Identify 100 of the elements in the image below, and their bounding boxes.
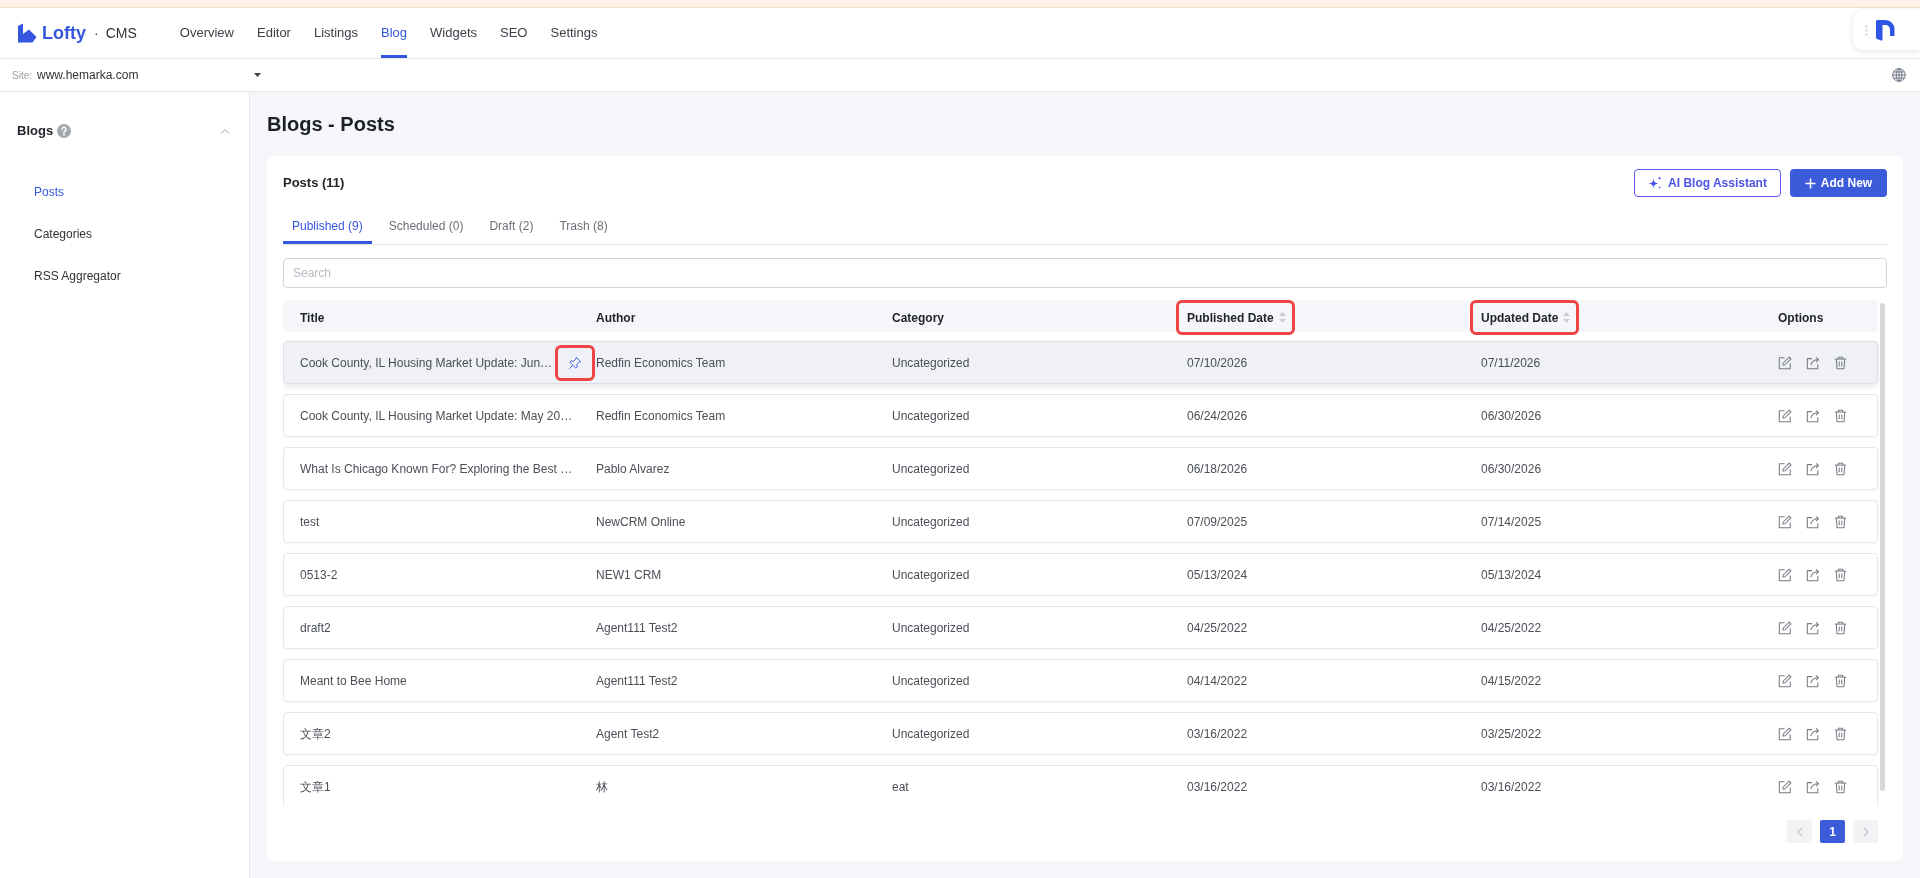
- delete-icon[interactable]: [1834, 461, 1847, 476]
- delete-icon[interactable]: [1834, 620, 1847, 635]
- category-label: Uncategorized: [892, 619, 970, 637]
- app-logo-icon[interactable]: [1876, 19, 1895, 41]
- updated-date: 06/30/2026: [1481, 407, 1542, 425]
- category-label: Uncategorized: [892, 672, 970, 690]
- delete-icon[interactable]: [1834, 726, 1847, 741]
- caret-down-icon: [254, 73, 261, 77]
- published-date: 06/24/2026: [1187, 407, 1248, 425]
- help-icon[interactable]: [57, 124, 72, 138]
- post-title[interactable]: 文章1: [300, 777, 331, 796]
- published-date: 06/18/2026: [1187, 460, 1248, 478]
- post-row[interactable]: 文章2 Agent Test2 Uncategorized 03/16/2022 03/25/2022: [283, 712, 1878, 755]
- separator-dot: ·: [94, 26, 99, 40]
- globe-icon[interactable]: [1892, 68, 1906, 82]
- brand-name: Lofty: [42, 24, 86, 42]
- sidebar-group-title: Blogs: [17, 122, 54, 141]
- share-icon[interactable]: [1806, 673, 1820, 688]
- logo-icon: [17, 23, 37, 43]
- edit-icon[interactable]: [1778, 461, 1792, 476]
- author-name: 林: [596, 778, 608, 796]
- published-date: 03/16/2022: [1187, 778, 1248, 796]
- post-row[interactable]: What Is Chicago Known For? Exploring the Best … Pablo Alvarez Uncategorized 06/18/2026 06/30/2026: [283, 447, 1878, 490]
- post-title[interactable]: Meant to Bee Home: [300, 671, 407, 690]
- published-date: 03/16/2022: [1187, 725, 1248, 743]
- author-name: NewCRM Online: [596, 513, 686, 531]
- category-label: Uncategorized: [892, 460, 970, 478]
- scrollbar-thumb[interactable]: [1880, 303, 1885, 791]
- post-title[interactable]: test: [300, 512, 320, 531]
- author-name: Redfin Economics Team: [596, 354, 726, 372]
- post-title[interactable]: 0513-2: [300, 565, 338, 584]
- post-row[interactable]: draft2 Agent111 Test2 Uncategorized 04/25/2022 04/25/2022: [283, 606, 1878, 649]
- nav-tab[interactable]: Overview: [179, 8, 234, 58]
- edit-icon[interactable]: [1778, 673, 1792, 688]
- post-row[interactable]: Cook County, IL Housing Market Update: May 20… Redfin Economics Team Uncategorized 06/24/2026 06/30/2026: [283, 394, 1878, 437]
- published-date: 04/25/2022: [1187, 619, 1248, 637]
- post-row[interactable]: test NewCRM Online Uncategorized 07/09/2025 07/14/2025: [283, 500, 1878, 543]
- edit-icon[interactable]: [1778, 514, 1792, 529]
- add-new-button[interactable]: Add New: [1790, 169, 1887, 197]
- share-icon[interactable]: [1806, 726, 1820, 741]
- delete-icon[interactable]: [1834, 355, 1847, 370]
- nav-tab[interactable]: SEO: [500, 8, 528, 58]
- post-title[interactable]: 文章2: [300, 724, 331, 743]
- nav-tab[interactable]: Listings: [313, 8, 359, 58]
- post-row[interactable]: Meant to Bee Home Agent111 Test2 Uncategorized 04/14/2022 04/15/2022: [283, 659, 1878, 702]
- sparkle-icon: [1648, 176, 1663, 190]
- post-title[interactable]: draft2: [300, 618, 331, 637]
- delete-icon[interactable]: [1834, 673, 1847, 688]
- tab[interactable]: Published (9): [283, 208, 372, 244]
- column-header[interactable]: Updated Date: [1481, 308, 1559, 327]
- product-name: CMS: [105, 26, 137, 40]
- sidebar-item[interactable]: RSS Aggregator: [0, 255, 249, 297]
- edit-icon[interactable]: [1778, 408, 1792, 423]
- edit-icon[interactable]: [1778, 779, 1792, 794]
- post-row[interactable]: Cook County, IL Housing Market Update: Jun… Redfin Economics Team Uncategorized 07/10/2026 07/11/2026: [283, 341, 1878, 384]
- author-name: Agent111 Test2: [596, 619, 678, 637]
- site-select[interactable]: www.hemarka.com: [37, 66, 261, 84]
- delete-icon[interactable]: [1834, 567, 1847, 582]
- share-icon[interactable]: [1806, 620, 1820, 635]
- nav-tab[interactable]: Settings: [550, 8, 598, 58]
- author-name: Redfin Economics Team: [596, 407, 726, 425]
- sidebar-item[interactable]: Posts: [0, 171, 249, 213]
- updated-date: 03/25/2022: [1481, 725, 1542, 743]
- tab[interactable]: Scheduled (0): [379, 208, 473, 244]
- nav-tab[interactable]: Editor: [257, 8, 291, 58]
- page-title: Blogs - Posts: [267, 112, 396, 137]
- tab[interactable]: Draft (2): [480, 208, 543, 244]
- delete-icon[interactable]: [1834, 514, 1847, 529]
- updated-date: 05/13/2024: [1481, 566, 1542, 584]
- share-icon[interactable]: [1806, 408, 1820, 423]
- share-icon[interactable]: [1806, 355, 1820, 370]
- post-row[interactable]: 0513-2 NEW1 CRM Uncategorized 05/13/2024 05/13/2024: [283, 553, 1878, 596]
- post-title[interactable]: What Is Chicago Known For? Exploring the Best …: [300, 459, 573, 478]
- edit-icon[interactable]: [1778, 567, 1792, 582]
- ai-assistant-button[interactable]: AI Blog Assistant: [1634, 169, 1781, 197]
- column-header[interactable]: Published Date: [1187, 308, 1274, 327]
- post-row[interactable]: 文章1 林 eat 03/16/2022 03/16/2022: [283, 765, 1878, 806]
- tab[interactable]: Trash (8): [550, 208, 617, 244]
- published-date: 07/10/2026: [1187, 354, 1248, 372]
- share-icon[interactable]: [1806, 779, 1820, 794]
- delete-icon[interactable]: [1834, 779, 1847, 794]
- nav-tab[interactable]: Widgets: [430, 8, 478, 58]
- sidebar-item[interactable]: Categories: [0, 213, 249, 255]
- floating-widget[interactable]: [1853, 10, 1920, 50]
- share-icon[interactable]: [1806, 567, 1820, 582]
- search-field[interactable]: Search: [283, 258, 1887, 288]
- post-title[interactable]: Cook County, IL Housing Market Update: May 20…: [300, 406, 573, 425]
- category-label: Uncategorized: [892, 566, 970, 584]
- post-title[interactable]: Cook County, IL Housing Market Update: Jun…: [300, 353, 553, 372]
- pin-icon[interactable]: [568, 355, 583, 370]
- share-icon[interactable]: [1806, 461, 1820, 476]
- delete-icon[interactable]: [1834, 408, 1847, 423]
- page-button[interactable]: 1: [1820, 820, 1845, 843]
- share-icon[interactable]: [1806, 514, 1820, 529]
- published-date: 04/14/2022: [1187, 672, 1248, 690]
- edit-icon[interactable]: [1778, 620, 1792, 635]
- nav-tab[interactable]: Blog: [381, 8, 408, 58]
- published-date: 05/13/2024: [1187, 566, 1248, 584]
- edit-icon[interactable]: [1778, 726, 1792, 741]
- edit-icon[interactable]: [1778, 355, 1792, 370]
